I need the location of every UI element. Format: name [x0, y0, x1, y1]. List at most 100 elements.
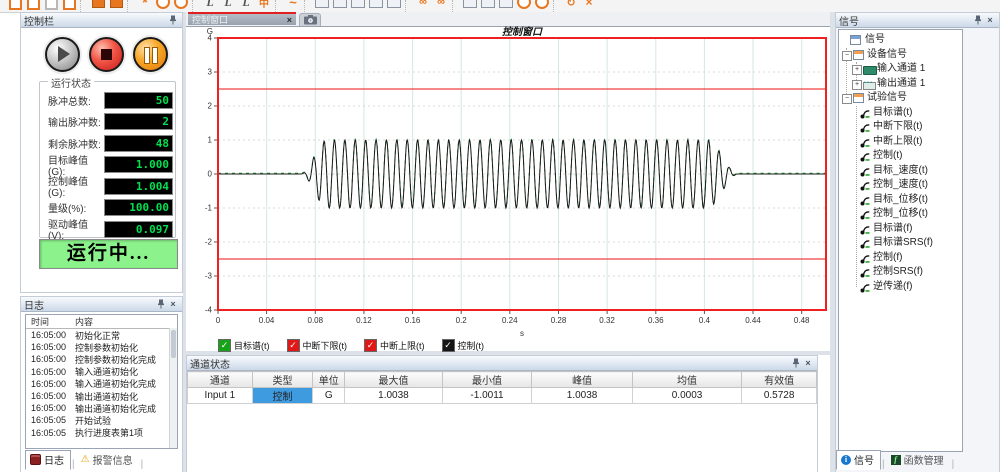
wave-tool-icon[interactable]: ~ — [284, 0, 302, 12]
svg-text:0.16: 0.16 — [405, 316, 421, 325]
zoom-out-icon[interactable] — [533, 0, 551, 12]
legend-checkbox[interactable]: ✓ — [442, 339, 455, 352]
legend-checkbox[interactable]: ✓ — [218, 339, 231, 352]
status-field-row: 驱动峰值(V):0.097 — [48, 221, 173, 237]
log-row: 16:05:00输出通道初始化完成 — [26, 402, 177, 414]
log-tab-label: 日志 — [44, 452, 64, 467]
expand-icon[interactable]: + — [852, 80, 862, 90]
application-window: *LLL中~∞∞↻× 控制栏 运行状态 脉冲总数:50输出脉冲数:2剩余脉冲数:… — [0, 0, 1000, 472]
grid-view-2-icon[interactable] — [331, 0, 349, 12]
layout-cascade-icon[interactable] — [497, 0, 515, 12]
clock-icon[interactable] — [172, 0, 190, 12]
legend-item-3[interactable]: ✓控制(t) — [442, 339, 485, 352]
log-column-time: 时间 — [26, 315, 75, 328]
log-message: 开始试验 — [75, 414, 177, 427]
refresh-icon[interactable]: ↻ — [562, 0, 580, 12]
pin-icon[interactable] — [155, 299, 167, 310]
document-area: 控制窗口 × 43210-1-2-3-4G00.040.080.120.160.… — [186, 12, 830, 351]
log-tab-0[interactable]: 日志 — [25, 450, 71, 470]
log-scrollbar[interactable] — [169, 328, 177, 448]
tree-node[interactable]: 控制_速度(t) — [839, 178, 962, 193]
settings-icon[interactable]: * — [136, 0, 154, 12]
doc-disabled-icon[interactable] — [42, 0, 60, 12]
tree-node[interactable]: +输入通道 1 — [839, 62, 962, 77]
control-chart[interactable]: 43210-1-2-3-4G00.040.080.120.160.20.240.… — [186, 26, 830, 338]
pause-button[interactable] — [133, 37, 168, 72]
pin-icon[interactable] — [167, 15, 179, 26]
tree-node[interactable]: 控制(f) — [839, 251, 962, 266]
column-header-1[interactable]: 类型 — [252, 372, 313, 388]
linear-x-icon[interactable]: L — [201, 0, 219, 12]
grid-view-3-icon[interactable] — [349, 0, 367, 12]
tree-node[interactable]: 中断上限(t) — [839, 135, 962, 150]
column-header-0[interactable]: 通道 — [188, 372, 253, 388]
zoom-in-icon[interactable] — [515, 0, 533, 12]
tree-node[interactable]: 控制_位移(t) — [839, 207, 962, 222]
tree-node[interactable]: 目标谱(f) — [839, 222, 962, 237]
tree-node[interactable]: 目标谱(t) — [839, 106, 962, 121]
toolbar-separator — [275, 0, 282, 12]
column-header-4[interactable]: 最小值 — [442, 372, 532, 388]
layout-vertical-icon[interactable] — [479, 0, 497, 12]
column-header-6[interactable]: 均值 — [632, 372, 741, 388]
legend-checkbox[interactable]: ✓ — [364, 339, 377, 352]
pin-icon[interactable] — [972, 15, 984, 26]
link-add-icon[interactable]: ∞ — [432, 0, 450, 12]
tree-node[interactable]: 目标_速度(t) — [839, 164, 962, 179]
close-icon[interactable]: × — [287, 15, 292, 25]
tree-node[interactable]: 控制SRS(f) — [839, 265, 962, 280]
tab-label: 控制窗口 — [192, 13, 287, 26]
link-channel-icon[interactable]: ∞ — [414, 0, 432, 12]
grid-view-1-icon[interactable] — [313, 0, 331, 12]
collapse-icon[interactable]: − — [842, 51, 852, 61]
signal-tab-0[interactable]: i信号 — [836, 450, 881, 470]
save-icon[interactable] — [89, 0, 107, 12]
tree-node[interactable]: +输出通道 1 — [839, 77, 962, 92]
close-tool-icon[interactable]: × — [580, 0, 598, 12]
column-header-5[interactable]: 峰值 — [532, 372, 633, 388]
tree-node[interactable]: 逆传递(f) — [839, 280, 962, 295]
pie-chart-icon[interactable] — [154, 0, 172, 12]
log-tab-1[interactable]: ⚠报警信息 — [76, 450, 140, 470]
tree-node[interactable]: 目标谱SRS(f) — [839, 236, 962, 251]
tree-node[interactable]: 中断下限(t) — [839, 120, 962, 135]
log-time: 16:05:00 — [26, 342, 75, 352]
close-icon[interactable]: × — [802, 358, 814, 369]
signal-tab-1[interactable]: f函数管理 — [886, 450, 951, 470]
chinese-mark-icon[interactable]: 中 — [255, 0, 273, 12]
chart-view-1-icon[interactable] — [367, 0, 385, 12]
linear-y-icon[interactable]: L — [219, 0, 237, 12]
start-button[interactable] — [45, 37, 80, 72]
legend-checkbox[interactable]: ✓ — [287, 339, 300, 352]
tree-node[interactable]: −试验信号 — [839, 91, 962, 106]
doc-add-icon[interactable] — [60, 0, 78, 12]
layout-horizontal-icon[interactable] — [461, 0, 479, 12]
chart-view-2-icon[interactable] — [385, 0, 403, 12]
tree-node[interactable]: 信号 — [839, 33, 962, 48]
close-icon[interactable]: × — [984, 15, 996, 26]
print-icon[interactable] — [107, 0, 125, 12]
channel-table-row[interactable]: Input 1控制G1.0038-1.00111.00380.00030.572… — [188, 388, 817, 404]
tree-node[interactable]: −设备信号 — [839, 48, 962, 63]
column-header-2[interactable]: 单位 — [313, 372, 345, 388]
new-doc-icon[interactable] — [6, 0, 24, 12]
status-field-row: 剩余脉冲数:48 — [48, 135, 173, 151]
column-header-3[interactable]: 最大值 — [345, 372, 443, 388]
svg-text:0.08: 0.08 — [308, 316, 324, 325]
linear-xy-icon[interactable]: L — [237, 0, 255, 12]
screenshot-tab[interactable] — [299, 13, 321, 26]
tree-node[interactable]: 控制(t) — [839, 149, 962, 164]
legend-item-0[interactable]: ✓目标谱(t) — [218, 339, 270, 352]
legend-item-2[interactable]: ✓中断上限(t) — [364, 339, 425, 352]
open-doc-icon[interactable] — [24, 0, 42, 12]
pin-icon[interactable] — [790, 358, 802, 369]
stop-button[interactable] — [89, 37, 124, 72]
column-header-7[interactable]: 有效值 — [742, 372, 817, 388]
tab-control-window[interactable]: 控制窗口 × — [188, 12, 296, 25]
collapse-icon[interactable]: − — [842, 94, 852, 104]
close-icon[interactable]: × — [167, 299, 179, 310]
legend-item-1[interactable]: ✓中断下限(t) — [287, 339, 348, 352]
expand-icon[interactable]: + — [852, 65, 862, 75]
channel-cell-7: 0.5728 — [742, 388, 817, 404]
tree-node[interactable]: 目标_位移(t) — [839, 193, 962, 208]
